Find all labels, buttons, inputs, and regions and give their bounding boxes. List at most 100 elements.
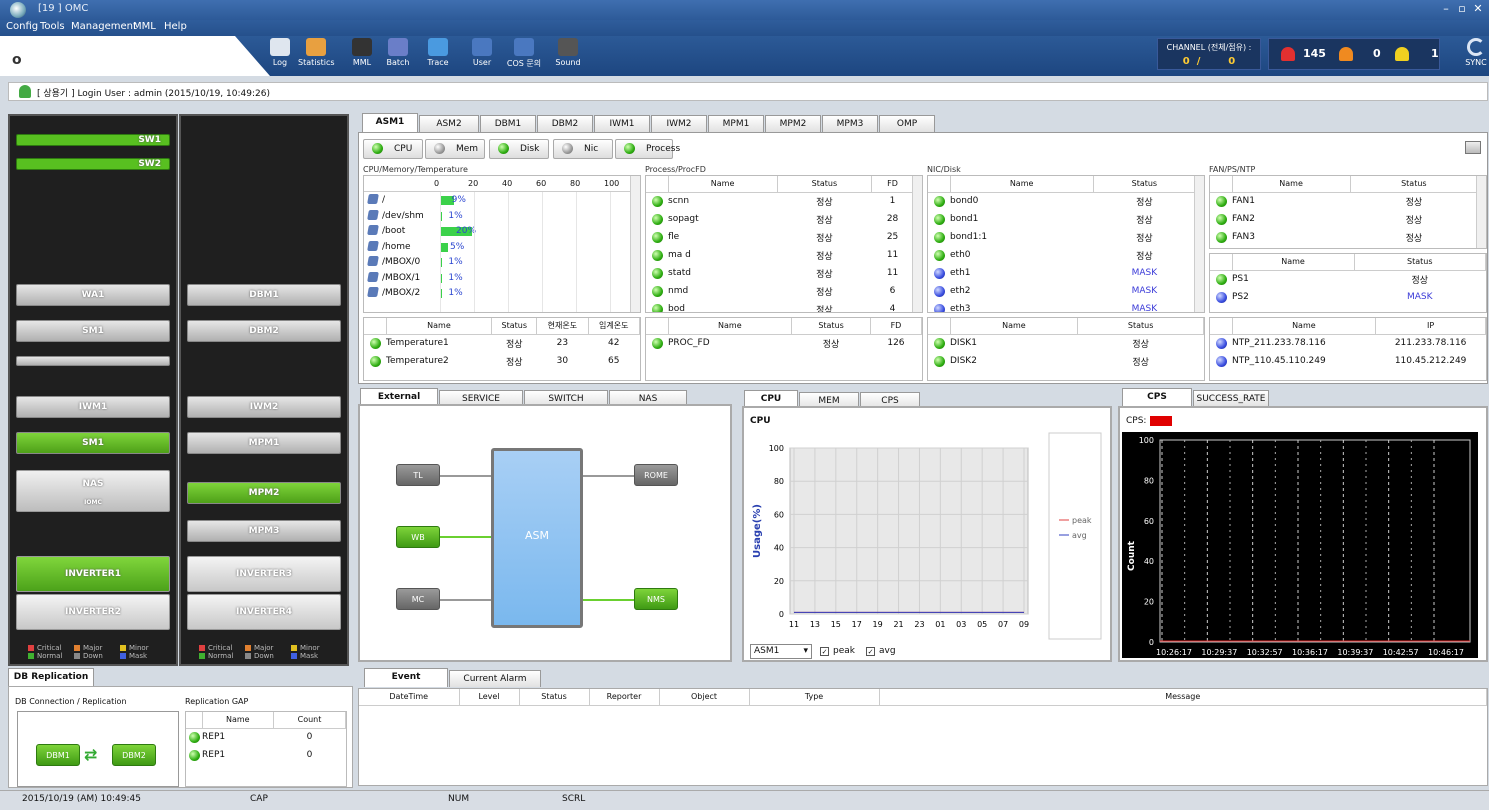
tab-cps[interactable]: CPS (1122, 388, 1192, 407)
table-row[interactable]: NTP_110.45.110.249 110.45.212.249 (1210, 352, 1486, 370)
process-toggle-button[interactable]: Process (615, 139, 680, 159)
menu-mml[interactable]: MML (133, 21, 156, 32)
table-row[interactable]: PS1 정상 (1210, 270, 1486, 288)
table-row[interactable]: PS2 MASK (1210, 288, 1486, 306)
table-row[interactable]: scnn 정상 1 (646, 192, 914, 210)
node-select[interactable]: ASM1 ▾ (750, 644, 812, 659)
table-row[interactable]: Temperature2 정상 30 65 (364, 352, 640, 370)
table-row[interactable]: bond0 정상 (928, 192, 1196, 210)
maximize-button[interactable]: ▫ (1454, 1, 1470, 17)
tab-asm1[interactable]: ASM1 (362, 113, 418, 132)
ext-node-mc[interactable]: MC (396, 588, 440, 610)
table-row[interactable]: nmd 정상 6 (646, 282, 914, 300)
peak-checkbox[interactable]: ✓ (820, 647, 829, 656)
ext-center-server[interactable]: ASM (491, 448, 583, 628)
rack2-server-1[interactable]: DBM1 (187, 284, 341, 306)
toolbar-user-gear-button[interactable]: User (464, 38, 500, 74)
rack2-server-5[interactable]: MPM2 (187, 482, 341, 504)
table-row[interactable]: FAN3 정상 (1210, 228, 1478, 246)
rack2-server-6[interactable]: MPM3 (187, 520, 341, 542)
disk-toggle-button[interactable]: Disk (489, 139, 549, 159)
table-row[interactable]: PROC_FD 정상 126 (646, 334, 922, 352)
rack2-server-3[interactable]: IWM2 (187, 396, 341, 418)
tab-mpm1[interactable]: MPM1 (708, 115, 764, 132)
table-row[interactable]: FAN2 정상 (1210, 210, 1478, 228)
rack1-server-1[interactable]: WA1 (16, 284, 170, 306)
table-row[interactable]: eth2 MASK (928, 282, 1196, 300)
table-row[interactable]: statd 정상 11 (646, 264, 914, 282)
table-row[interactable]: NTP_211.233.78.116 211.233.78.116 (1210, 334, 1486, 352)
toolbar-mml-button[interactable]: MML (344, 38, 380, 74)
table-row[interactable]: bond1:1 정상 (928, 228, 1196, 246)
alarm-summary[interactable]: 145 0 1 (1268, 38, 1440, 70)
tab-iwm2[interactable]: IWM2 (651, 115, 707, 132)
rack1-server-3[interactable] (16, 356, 170, 366)
ext-node-wb[interactable]: WB (396, 526, 440, 548)
table-row[interactable]: bond1 정상 (928, 210, 1196, 228)
toolbar-batch-button[interactable]: Batch (380, 38, 416, 74)
process-scrollbar[interactable] (912, 176, 922, 312)
fan-scrollbar[interactable] (1476, 176, 1486, 248)
table-row[interactable]: fle 정상 25 (646, 228, 914, 246)
table-row[interactable]: ma d 정상 11 (646, 246, 914, 264)
tab-current-alarm[interactable]: Current Alarm (449, 670, 541, 687)
table-row[interactable]: bod 정상 4 (646, 300, 914, 312)
menu-tools[interactable]: Tools (40, 21, 65, 32)
switch-2[interactable]: SW2 (16, 158, 170, 170)
table-row[interactable]: REP1 0 (186, 746, 346, 764)
tab-asm2[interactable]: ASM2 (419, 115, 479, 132)
table-row[interactable]: DISK1 정상 (928, 334, 1204, 352)
table-row[interactable]: REP1 0 (186, 728, 346, 746)
inverter-1[interactable]: INVERTER1 (16, 556, 170, 592)
db-node-1[interactable]: DBM1 (36, 744, 80, 766)
table-row[interactable]: Temperature1 정상 23 42 (364, 334, 640, 352)
tab-success-rate[interactable]: SUCCESS_RATE (1193, 390, 1269, 407)
cpumem-scrollbar[interactable] (630, 176, 640, 312)
ext-node-rome[interactable]: ROME (634, 464, 678, 486)
toolbar-trace-button[interactable]: Trace (420, 38, 456, 74)
switch-1[interactable]: SW1 (16, 134, 170, 146)
minimize-button[interactable]: – (1438, 1, 1454, 17)
toolbar-log-button[interactable]: Log (262, 38, 298, 74)
table-row[interactable]: sopagt 정상 28 (646, 210, 914, 228)
tab-mpm2[interactable]: MPM2 (765, 115, 821, 132)
tab-omp[interactable]: OMP (879, 115, 935, 132)
inverter-2[interactable]: INVERTER2 (16, 594, 170, 630)
rack1-server-2[interactable]: SM1 (16, 320, 170, 342)
menu-help[interactable]: Help (164, 21, 187, 32)
tab-dbm2[interactable]: DBM2 (537, 115, 593, 132)
rack2-server-4[interactable]: MPM1 (187, 432, 341, 454)
rack1-server-5[interactable]: SM1 (16, 432, 170, 454)
tab-dbm1[interactable]: DBM1 (480, 115, 536, 132)
menu-management[interactable]: Management (71, 21, 137, 32)
toolbar-cos-gear-button[interactable]: COS 문의 (506, 38, 542, 74)
table-row[interactable]: eth1 MASK (928, 264, 1196, 282)
menu-config[interactable]: Config (6, 21, 38, 32)
close-button[interactable]: ✕ (1470, 1, 1486, 17)
rack1-server-4[interactable]: IWM1 (16, 396, 170, 418)
table-row[interactable]: eth0 정상 (928, 246, 1196, 264)
tab-db-replication[interactable]: DB Replication (8, 668, 94, 687)
avg-checkbox[interactable]: ✓ (866, 647, 875, 656)
nic-toggle-button[interactable]: Nic (553, 139, 613, 159)
cpu-toggle-button[interactable]: CPU (363, 139, 423, 159)
inverter-4[interactable]: INVERTER4 (187, 594, 341, 630)
rack2-server-2[interactable]: DBM2 (187, 320, 341, 342)
nic-scrollbar[interactable] (1194, 176, 1204, 312)
toolbar-sound-button[interactable]: Sound (550, 38, 586, 74)
table-row[interactable]: FAN1 정상 (1210, 192, 1478, 210)
ext-node-tl[interactable]: TL (396, 464, 440, 486)
tab-iwm1[interactable]: IWM1 (594, 115, 650, 132)
tab-mpm3[interactable]: MPM3 (822, 115, 878, 132)
nas-unit[interactable]: NAS IOMC (16, 470, 170, 512)
db-node-2[interactable]: DBM2 (112, 744, 156, 766)
sync-button[interactable]: SYNC (1464, 38, 1488, 67)
table-row[interactable]: DISK2 정상 (928, 352, 1204, 370)
inverter-3[interactable]: INVERTER3 (187, 556, 341, 592)
tab-event[interactable]: Event (364, 668, 448, 687)
screenshot-icon[interactable] (1465, 141, 1481, 154)
toolbar-statistics-button[interactable]: Statistics (298, 38, 335, 74)
table-row[interactable]: eth3 MASK (928, 300, 1196, 312)
mem-toggle-button[interactable]: Mem (425, 139, 485, 159)
ext-node-nms[interactable]: NMS (634, 588, 678, 610)
